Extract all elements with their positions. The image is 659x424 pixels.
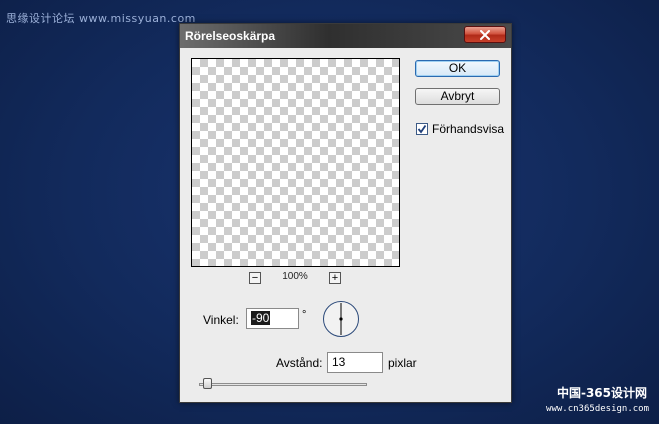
close-button[interactable] bbox=[464, 26, 506, 43]
zoom-out-button[interactable]: − bbox=[249, 272, 261, 284]
cancel-button[interactable]: Avbryt bbox=[415, 88, 500, 105]
watermark-top-left: 思缘设计论坛 www.missyuan.com bbox=[6, 12, 196, 25]
motion-blur-dialog: Rörelseoskärpa − 100% + OK Avbryt Förhan… bbox=[179, 23, 512, 403]
plus-icon: + bbox=[331, 272, 339, 284]
preview-checkbox-row[interactable]: Förhandsvisa bbox=[416, 122, 504, 136]
preview-checkbox[interactable] bbox=[416, 123, 428, 135]
minus-icon: − bbox=[251, 272, 259, 284]
distance-unit: pixlar bbox=[388, 356, 417, 370]
ok-button[interactable]: OK bbox=[415, 60, 500, 77]
zoom-in-button[interactable]: + bbox=[329, 272, 341, 284]
angle-label: Vinkel: bbox=[203, 313, 239, 327]
watermark-bottom-right-cn: 中国-365设计网 bbox=[556, 386, 647, 400]
close-icon bbox=[480, 29, 490, 40]
checkmark-icon bbox=[417, 124, 427, 134]
distance-slider-track[interactable] bbox=[199, 383, 367, 386]
distance-input[interactable]: 13 bbox=[327, 352, 383, 373]
distance-label: Avstånd: bbox=[276, 356, 323, 370]
distance-value: 13 bbox=[332, 355, 346, 369]
dialog-title: Rörelseoskärpa bbox=[185, 29, 276, 43]
zoom-level: 100% bbox=[282, 271, 308, 282]
angle-input[interactable]: -90 bbox=[246, 308, 299, 329]
angle-dial[interactable] bbox=[323, 301, 359, 337]
dialog-titlebar[interactable]: Rörelseoskärpa bbox=[180, 24, 511, 48]
angle-unit: ° bbox=[302, 309, 307, 321]
angle-value: -90 bbox=[251, 311, 271, 325]
angle-indicator-icon bbox=[339, 303, 343, 335]
preview-checkbox-label: Förhandsvisa bbox=[432, 122, 505, 136]
watermark-bottom-right-url: www.cn365design.com bbox=[546, 404, 649, 414]
distance-slider-thumb[interactable] bbox=[203, 378, 212, 389]
preview-canvas[interactable] bbox=[191, 58, 400, 267]
